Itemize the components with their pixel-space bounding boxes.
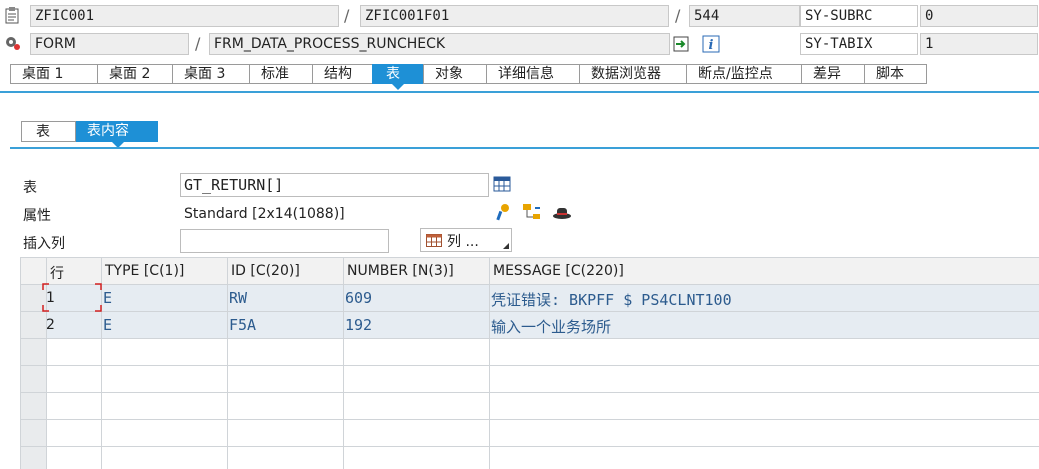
cell-number[interactable]: 192	[345, 316, 372, 334]
tab-desktop-2[interactable]: 桌面 2	[97, 64, 172, 84]
tab-details[interactable]: 详细信息	[486, 64, 579, 84]
grid-line	[20, 365, 1039, 366]
line-field: 544	[689, 5, 800, 27]
grid-line	[20, 257, 1039, 258]
grid-line	[489, 257, 490, 469]
grid-line	[20, 419, 1039, 420]
grid-line	[20, 446, 1039, 447]
insert-column-input[interactable]	[180, 229, 389, 253]
subtab-table-content[interactable]: 表内容	[76, 121, 158, 142]
grid-line	[227, 257, 228, 469]
tab-diff[interactable]: 差异	[801, 64, 864, 84]
event-name-field: FRM_DATA_PROCESS_RUNCHECK	[209, 33, 670, 55]
row-number: 1	[46, 290, 55, 306]
tab-script[interactable]: 脚本	[864, 64, 927, 84]
columns-button[interactable]: 列 ...	[420, 228, 512, 252]
dropdown-corner-icon	[503, 243, 509, 249]
sy-tabix-value: 1	[920, 33, 1038, 55]
tab-breakpoints[interactable]: 断点/监控点	[686, 64, 801, 84]
source-icon	[4, 6, 20, 24]
grid-line	[20, 392, 1039, 393]
cell-type[interactable]: E	[103, 316, 112, 334]
grid-line	[20, 257, 21, 469]
sy-subrc-label: SY-SUBRC	[800, 5, 918, 27]
separator: /	[675, 6, 681, 25]
tab-data-explorer[interactable]: 数据浏览器	[579, 64, 686, 84]
column-header-row-number[interactable]: 行	[50, 263, 64, 283]
sy-tabix-label: SY-TABIX	[800, 33, 918, 55]
cell-message[interactable]: 输入一个业务场所	[491, 316, 611, 337]
separator: /	[195, 34, 201, 53]
hat-icon[interactable]	[552, 204, 572, 220]
tab-structure[interactable]: 结构	[312, 64, 372, 84]
row-number: 2	[46, 317, 55, 333]
column-header-number[interactable]: NUMBER [N(3)]	[347, 263, 454, 279]
cell-id[interactable]: F5A	[229, 316, 256, 334]
column-header-message[interactable]: MESSAGE [C(220)]	[493, 263, 624, 279]
key-icon[interactable]	[493, 203, 511, 221]
table-name-input[interactable]: GT_RETURN[]	[180, 173, 489, 197]
grid-line	[20, 311, 1039, 312]
insert-column-label: 插入列	[23, 236, 65, 252]
attributes-value: Standard [2x14(1088)]	[184, 206, 345, 222]
active-tab-pointer	[392, 84, 404, 90]
columns-button-label: 列 ...	[447, 234, 479, 250]
table-label: 表	[23, 180, 37, 196]
sy-subrc-value: 0	[920, 5, 1038, 27]
cell-number[interactable]: 609	[345, 289, 372, 307]
columns-icon	[426, 234, 442, 247]
tab-desktop-3[interactable]: 桌面 3	[172, 64, 249, 84]
svg-text:i: i	[709, 38, 714, 53]
grid-line	[20, 284, 1039, 285]
grid-line	[20, 338, 1039, 339]
info-icon[interactable]: i	[702, 35, 720, 53]
cell-type[interactable]: E	[103, 289, 112, 307]
event-type-field: FORM	[30, 33, 189, 55]
cell-message[interactable]: 凭证错误: BKPFF $ PS4CLNT100	[491, 289, 732, 310]
column-header-type[interactable]: TYPE [C(1)]	[105, 263, 184, 279]
separator: /	[344, 6, 350, 25]
tab-standard[interactable]: 标准	[249, 64, 312, 84]
grid-line	[343, 257, 344, 469]
tab-object[interactable]: 对象	[423, 64, 486, 84]
hierarchy-icon[interactable]	[522, 203, 542, 221]
cell-id[interactable]: RW	[229, 289, 247, 307]
gear-icon	[3, 35, 21, 51]
tab-table[interactable]: 表	[372, 64, 423, 84]
subtab-underline	[10, 147, 1039, 149]
column-header-id[interactable]: ID [C(20)]	[231, 263, 300, 279]
tab-underline	[0, 91, 1039, 93]
navigate-icon[interactable]	[673, 35, 691, 53]
program-field: ZFIC001	[30, 5, 339, 27]
tab-desktop-1[interactable]: 桌面 1	[10, 64, 97, 84]
include-field: ZFIC001F01	[360, 5, 669, 27]
table-view-icon[interactable]	[493, 175, 511, 193]
attributes-label: 属性	[23, 208, 51, 224]
subtab-table[interactable]: 表	[21, 121, 76, 142]
